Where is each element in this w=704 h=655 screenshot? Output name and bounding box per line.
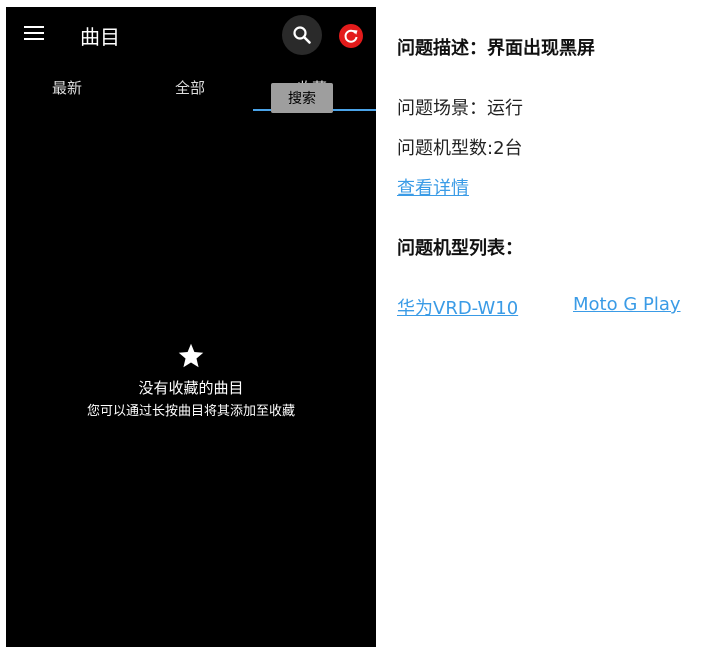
refresh-button[interactable]: [339, 24, 363, 48]
refresh-icon: [344, 29, 358, 43]
empty-state-subtitle: 您可以通过长按曲目将其添加至收藏: [86, 404, 295, 419]
issue-scene: 问题场景：运行: [397, 98, 523, 119]
empty-state-title: 没有收藏的曲目: [138, 379, 244, 397]
empty-state: 没有收藏的曲目 您可以通过长按曲目将其添加至收藏: [6, 342, 376, 419]
phone-screenshot: 曲目 最新 全部 收藏 搜索 没有收藏的曲目 您可以通过长按曲目将其添加至收藏: [6, 7, 376, 647]
tab-latest[interactable]: 最新: [52, 77, 82, 98]
issue-description: 问题描述：界面出现黑屏: [397, 38, 595, 59]
menu-icon[interactable]: [24, 25, 44, 41]
star-icon: [178, 343, 204, 368]
search-button[interactable]: [282, 15, 322, 55]
affected-model-count: 问题机型数:2台: [397, 138, 523, 159]
tab-all[interactable]: 全部: [175, 77, 205, 98]
app-title: 曲目: [80, 25, 120, 49]
app-bar: 曲目: [6, 7, 376, 65]
model-list-title: 问题机型列表：: [397, 238, 523, 259]
search-icon: [293, 26, 311, 44]
view-details-link[interactable]: 查看详情: [397, 174, 469, 200]
model-link-huawei[interactable]: 华为VRD-W10: [397, 294, 518, 320]
search-tooltip: 搜索: [271, 83, 333, 113]
model-link-moto[interactable]: Moto G Play: [573, 294, 681, 315]
